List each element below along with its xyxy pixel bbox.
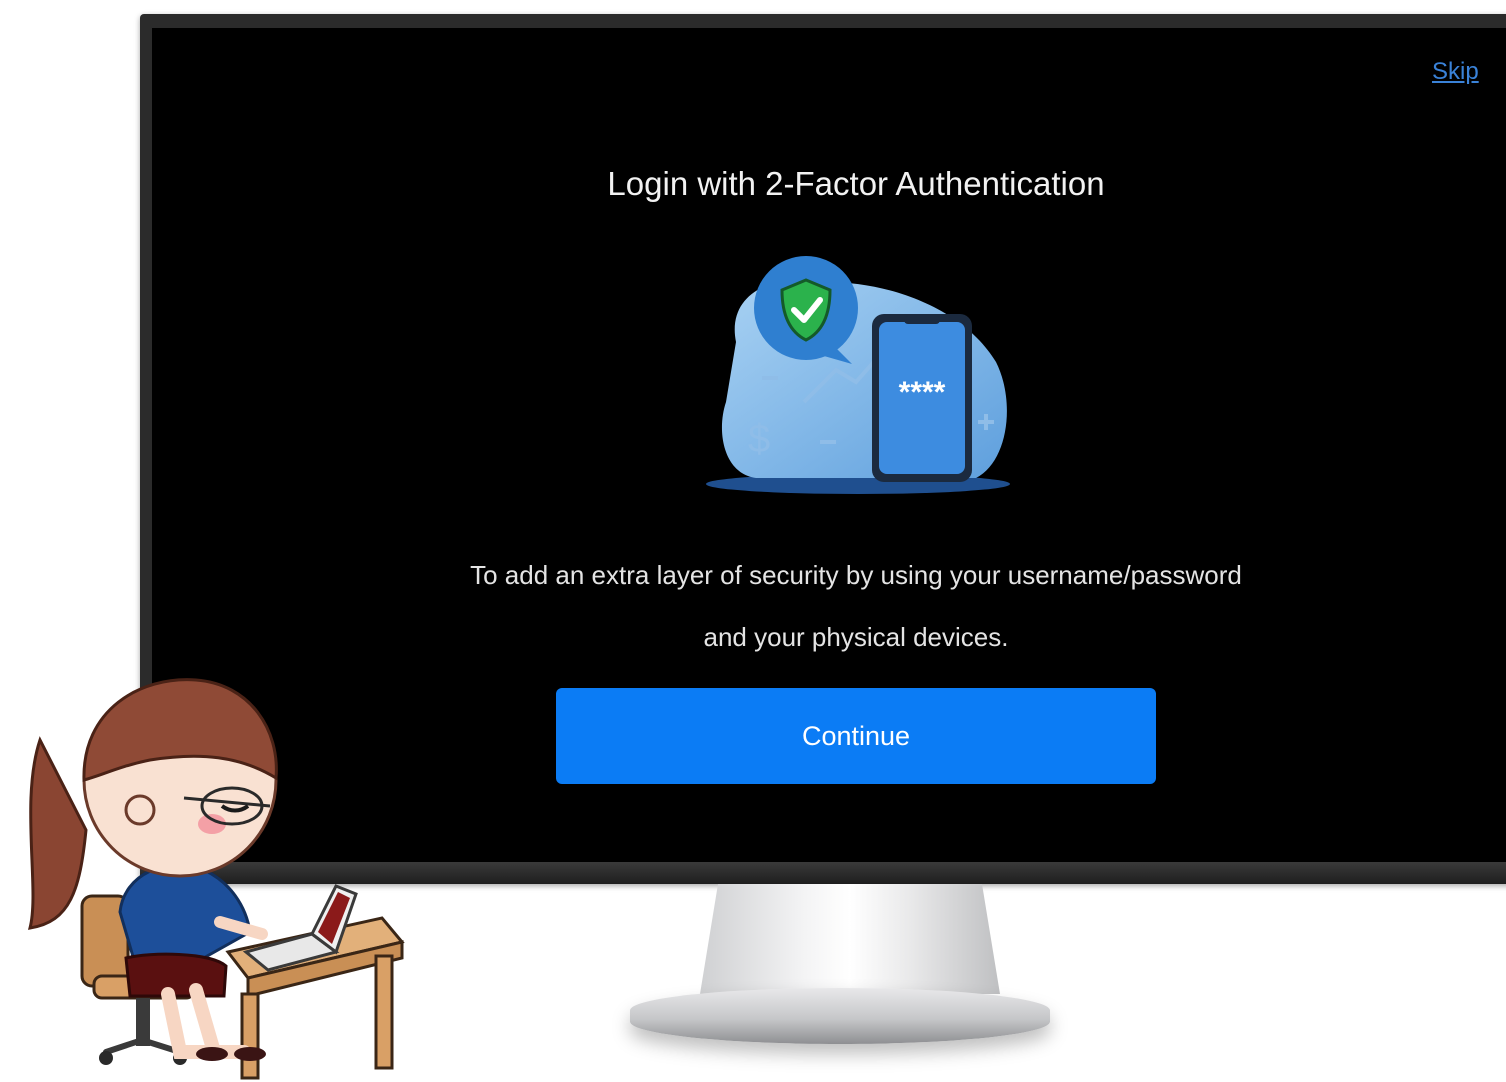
description-line-1: To add an extra layer of security by usi… [470,560,1242,590]
svg-text:$: $ [748,417,770,461]
page-title: Login with 2-Factor Authentication [607,165,1105,202]
cartoon-girl-illustration [27,678,405,1080]
phone-icon: **** [872,314,972,482]
skip-link[interactable]: Skip [1432,58,1479,86]
description: To add an extra layer of security by usi… [352,544,1360,668]
page: Skip Login with 2-Factor Authentication … [0,0,1506,1082]
monitor-stand-neck [700,884,1000,994]
description-line-2: and your physical devices. [703,622,1009,652]
two-factor-illustration: $ **** [706,256,1010,494]
monitor-stand-base [630,988,1050,1044]
phone-code: **** [899,376,946,409]
dollar-icon: $ [748,417,770,461]
continue-button[interactable]: Continue [556,688,1156,784]
